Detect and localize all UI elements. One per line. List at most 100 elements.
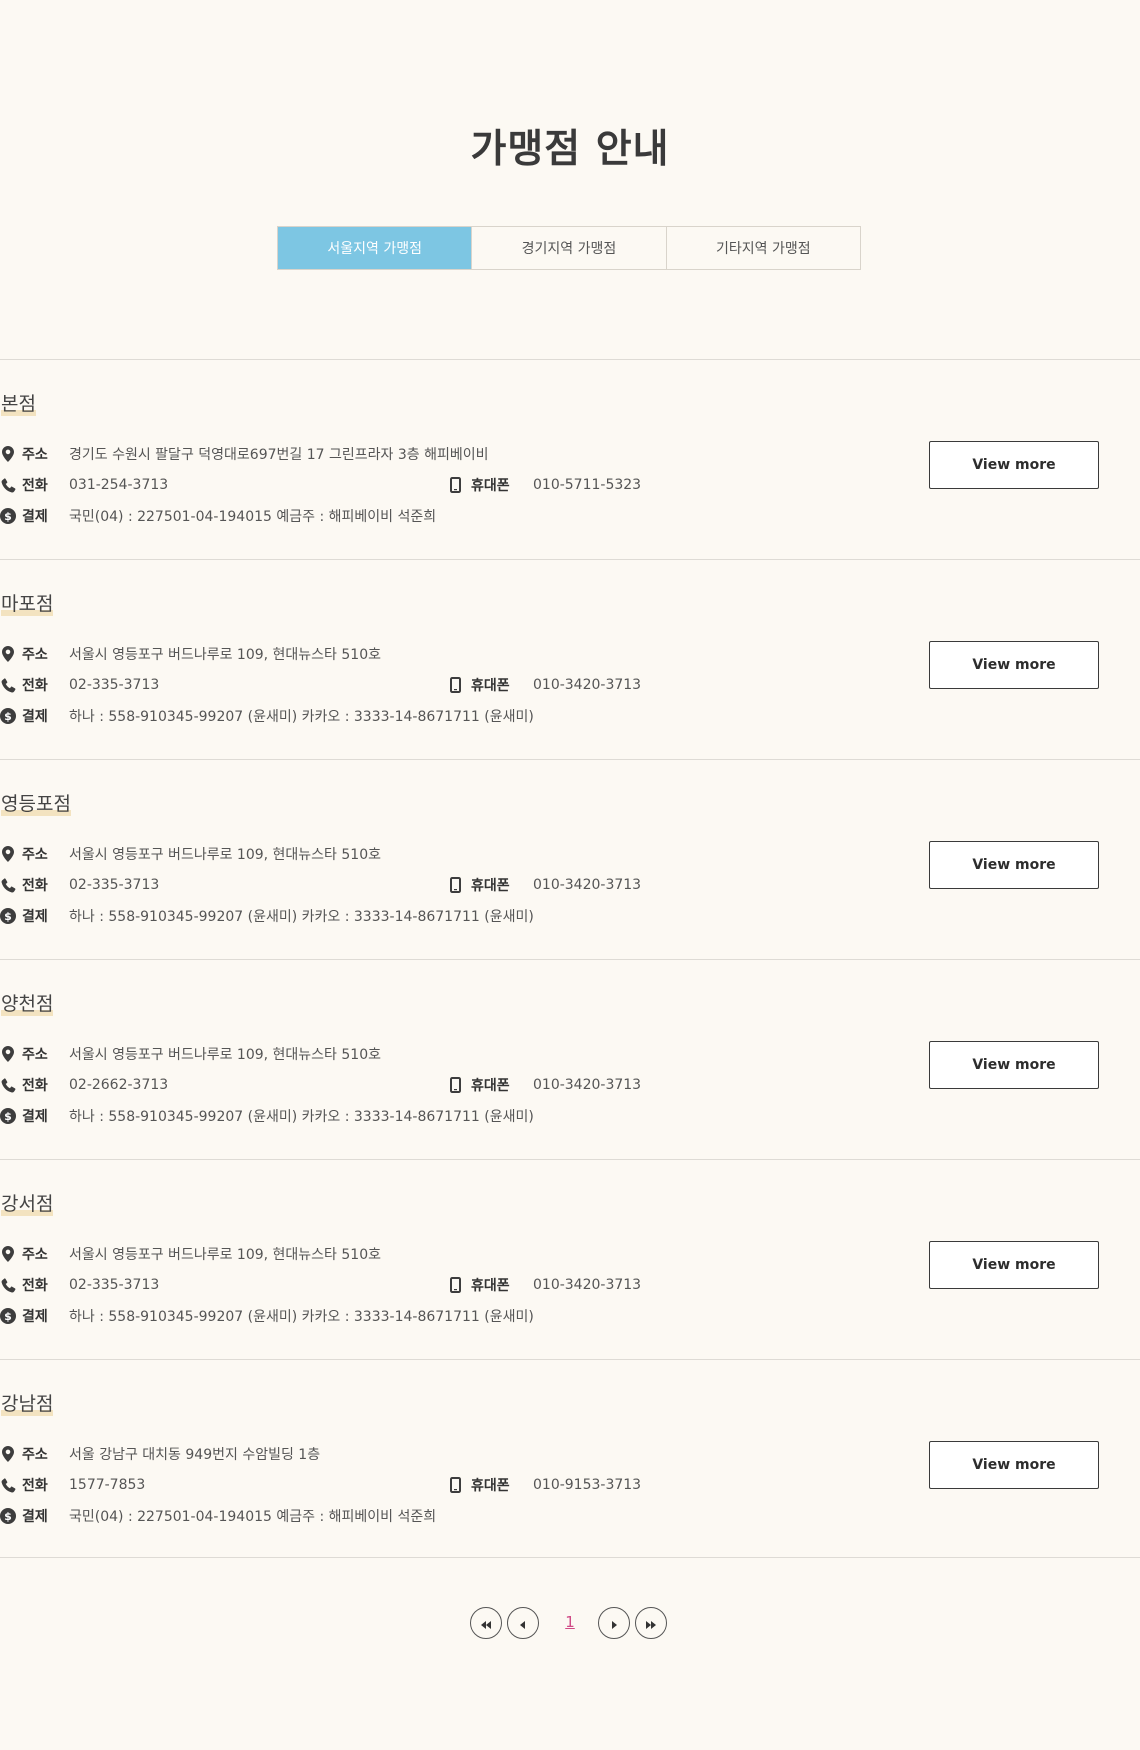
address-value: 서울시 영등포구 버드나루로 109, 현대뉴스타 510호 [69, 647, 381, 663]
address-row: 주소 서울시 영등포구 버드나루로 109, 현대뉴스타 510호 [0, 1244, 381, 1264]
address-label: 주소 [22, 1047, 48, 1063]
phone-value: 02-335-3713 [69, 877, 160, 893]
phone-label: 전화 [22, 1078, 48, 1094]
map-pin-icon [0, 1246, 16, 1262]
store-item: 본점 주소 경기도 수원시 팔달구 덕영대로697번길 17 그린프라자 3층 … [0, 360, 1140, 560]
payment-label: 결제 [22, 1509, 48, 1525]
mobile-row: 휴대폰 010-9153-3713 [447, 1475, 641, 1495]
mobile-value: 010-3420-3713 [533, 1077, 642, 1093]
payment-row: $ 결제 하나 : 558-910345-99207 (윤새미) 카카오 : 3… [0, 906, 534, 926]
phone-value: 031-254-3713 [69, 477, 169, 493]
svg-text:$: $ [4, 1510, 12, 1523]
mobile-value: 010-9153-3713 [533, 1477, 642, 1493]
dollar-coin-icon: $ [0, 1508, 16, 1524]
phone-row: 전화 1577-7853 [0, 1475, 145, 1495]
mobile-phone-icon [447, 1077, 463, 1093]
mobile-row: 휴대폰 010-5711-5323 [447, 475, 641, 495]
last-page-button[interactable] [635, 1607, 667, 1639]
address-value: 서울시 영등포구 버드나루로 109, 현대뉴스타 510호 [69, 1047, 381, 1063]
view-more-button[interactable]: View more [929, 1041, 1099, 1089]
phone-row: 전화 031-254-3713 [0, 475, 168, 495]
mobile-label: 휴대폰 [471, 678, 510, 694]
phone-row: 전화 02-335-3713 [0, 1275, 159, 1295]
payment-row: $ 결제 국민(04) : 227501-04-194015 예금주 : 해피베… [0, 1506, 436, 1526]
store-item: 영등포점 주소 서울시 영등포구 버드나루로 109, 현대뉴스타 510호 전… [0, 760, 1140, 960]
phone-label: 전화 [22, 878, 48, 894]
view-more-button[interactable]: View more [929, 1441, 1099, 1489]
address-label: 주소 [22, 1247, 48, 1263]
phone-row: 전화 02-335-3713 [0, 675, 159, 695]
store-name: 강서점 [1, 1193, 54, 1216]
address-row: 주소 서울시 영등포구 버드나루로 109, 현대뉴스타 510호 [0, 1044, 381, 1064]
mobile-phone-icon [447, 677, 463, 693]
mobile-value: 010-5711-5323 [533, 477, 642, 493]
view-more-button[interactable]: View more [929, 841, 1099, 889]
mobile-label: 휴대폰 [471, 1478, 510, 1494]
store-name: 양천점 [1, 993, 54, 1016]
view-more-button[interactable]: View more [929, 1241, 1099, 1289]
address-value: 서울시 영등포구 버드나루로 109, 현대뉴스타 510호 [69, 1247, 381, 1263]
svg-text:$: $ [4, 910, 12, 923]
payment-row: $ 결제 하나 : 558-910345-99207 (윤새미) 카카오 : 3… [0, 1306, 534, 1326]
store-name: 영등포점 [1, 793, 71, 816]
payment-value: 국민(04) : 227501-04-194015 예금주 : 해피베이비 석준… [69, 509, 437, 525]
pagination: 1 [0, 1607, 1140, 1641]
map-pin-icon [0, 846, 16, 862]
view-more-button[interactable]: View more [929, 441, 1099, 489]
payment-label: 결제 [22, 709, 48, 725]
address-value: 서울 강남구 대치동 949번지 수암빌딩 1층 [69, 1447, 321, 1463]
dollar-coin-icon: $ [0, 1108, 16, 1124]
dollar-coin-icon: $ [0, 508, 16, 524]
region-tabs: 서울지역 가맹점 경기지역 가맹점 기타지역 가맹점 [277, 226, 861, 270]
store-item: 마포점 주소 서울시 영등포구 버드나루로 109, 현대뉴스타 510호 전화… [0, 560, 1140, 760]
svg-text:$: $ [4, 510, 12, 523]
mobile-value: 010-3420-3713 [533, 677, 642, 693]
payment-value: 하나 : 558-910345-99207 (윤새미) 카카오 : 3333-1… [69, 709, 534, 725]
svg-text:$: $ [4, 1310, 12, 1323]
payment-label: 결제 [22, 509, 48, 525]
dollar-coin-icon: $ [0, 708, 16, 724]
mobile-phone-icon [447, 1477, 463, 1493]
payment-value: 하나 : 558-910345-99207 (윤새미) 카카오 : 3333-1… [69, 909, 534, 925]
mobile-value: 010-3420-3713 [533, 1277, 642, 1293]
svg-text:$: $ [4, 1110, 12, 1123]
store-name: 마포점 [1, 593, 54, 616]
phone-value: 02-2662-3713 [69, 1077, 169, 1093]
address-label: 주소 [22, 447, 48, 463]
store-item: 강남점 주소 서울 강남구 대치동 949번지 수암빌딩 1층 전화 1577-… [0, 1360, 1140, 1560]
payment-value: 하나 : 558-910345-99207 (윤새미) 카카오 : 3333-1… [69, 1309, 534, 1325]
map-pin-icon [0, 446, 16, 462]
map-pin-icon [0, 1446, 16, 1462]
tab-other[interactable]: 기타지역 가맹점 [667, 227, 860, 269]
tab-gyeonggi[interactable]: 경기지역 가맹점 [472, 227, 667, 269]
payment-value: 하나 : 558-910345-99207 (윤새미) 카카오 : 3333-1… [69, 1109, 534, 1125]
store-name: 강남점 [1, 1393, 54, 1416]
phone-value: 1577-7853 [69, 1477, 146, 1493]
dollar-coin-icon: $ [0, 1308, 16, 1324]
payment-row: $ 결제 하나 : 558-910345-99207 (윤새미) 카카오 : 3… [0, 706, 534, 726]
chevron-right-icon [611, 1614, 617, 1633]
double-chevron-right-icon [645, 1614, 657, 1633]
payment-label: 결제 [22, 1309, 48, 1325]
store-item: 양천점 주소 서울시 영등포구 버드나루로 109, 현대뉴스타 510호 전화… [0, 960, 1140, 1160]
first-page-button[interactable] [470, 1607, 502, 1639]
phone-label: 전화 [22, 1278, 48, 1294]
phone-label: 전화 [22, 678, 48, 694]
current-page-number[interactable]: 1 [560, 1613, 580, 1631]
mobile-row: 휴대폰 010-3420-3713 [447, 1075, 641, 1095]
mobile-label: 휴대폰 [471, 478, 510, 494]
map-pin-icon [0, 1046, 16, 1062]
next-page-button[interactable] [598, 1607, 630, 1639]
store-name: 본점 [1, 393, 36, 416]
prev-page-button[interactable] [507, 1607, 539, 1639]
view-more-button[interactable]: View more [929, 641, 1099, 689]
mobile-phone-icon [447, 477, 463, 493]
dollar-coin-icon: $ [0, 908, 16, 924]
tab-seoul[interactable]: 서울지역 가맹점 [278, 227, 473, 269]
store-item: 강서점 주소 서울시 영등포구 버드나루로 109, 현대뉴스타 510호 전화… [0, 1160, 1140, 1360]
chevron-left-icon [520, 1614, 526, 1633]
phone-icon [0, 877, 16, 893]
mobile-row: 휴대폰 010-3420-3713 [447, 875, 641, 895]
phone-icon [0, 1077, 16, 1093]
svg-text:$: $ [4, 710, 12, 723]
